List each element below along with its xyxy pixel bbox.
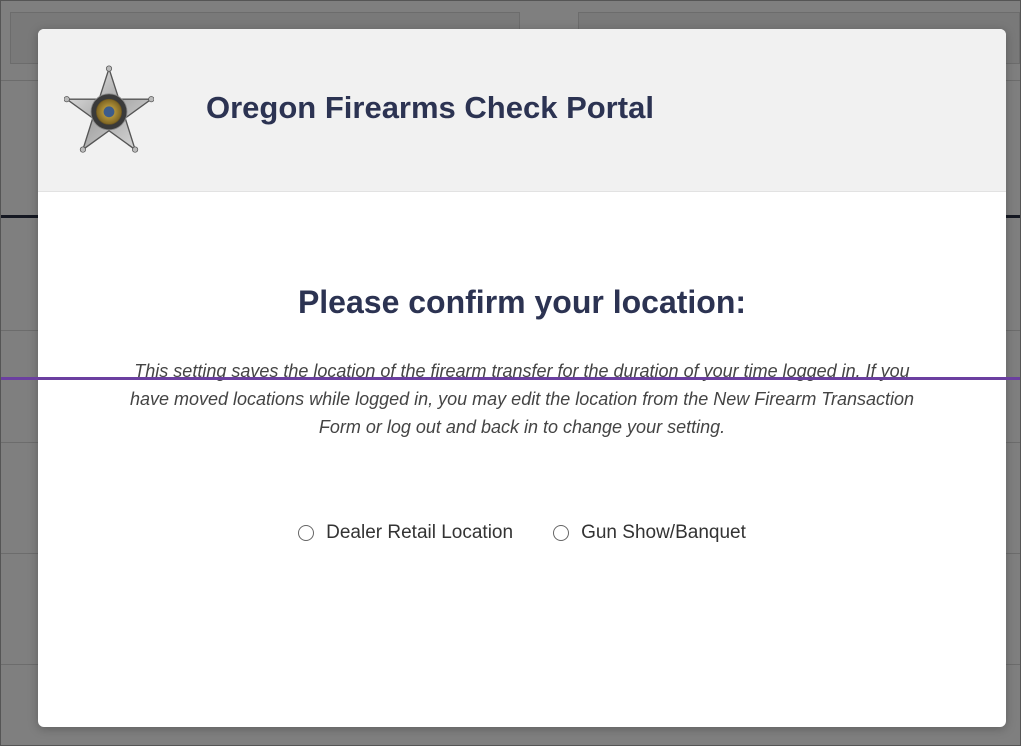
dealer-retail-location-option[interactable]: Dealer Retail Location	[298, 522, 513, 544]
confirm-location-heading: Please confirm your location:	[297, 284, 747, 320]
location-radio-group: Dealer Retail Location Gun Show/Banquet	[38, 522, 1006, 544]
gun-show-banquet-label: Gun Show/Banquet	[581, 522, 746, 543]
dealer-retail-location-label: Dealer Retail Location	[326, 522, 514, 543]
purple-accent-line	[0, 377, 1021, 380]
oregon-state-police-star-badge-icon	[64, 65, 154, 153]
portal-title: Oregon Firearms Check Portal	[206, 90, 654, 125]
gun-show-banquet-radio[interactable]	[553, 525, 570, 541]
gun-show-banquet-option[interactable]: Gun Show/Banquet	[553, 522, 746, 544]
modal-header: Oregon Firearms Check Portal	[38, 29, 1006, 192]
dealer-retail-location-radio[interactable]	[298, 525, 315, 541]
location-description: This setting saves the location of the f…	[129, 361, 915, 437]
